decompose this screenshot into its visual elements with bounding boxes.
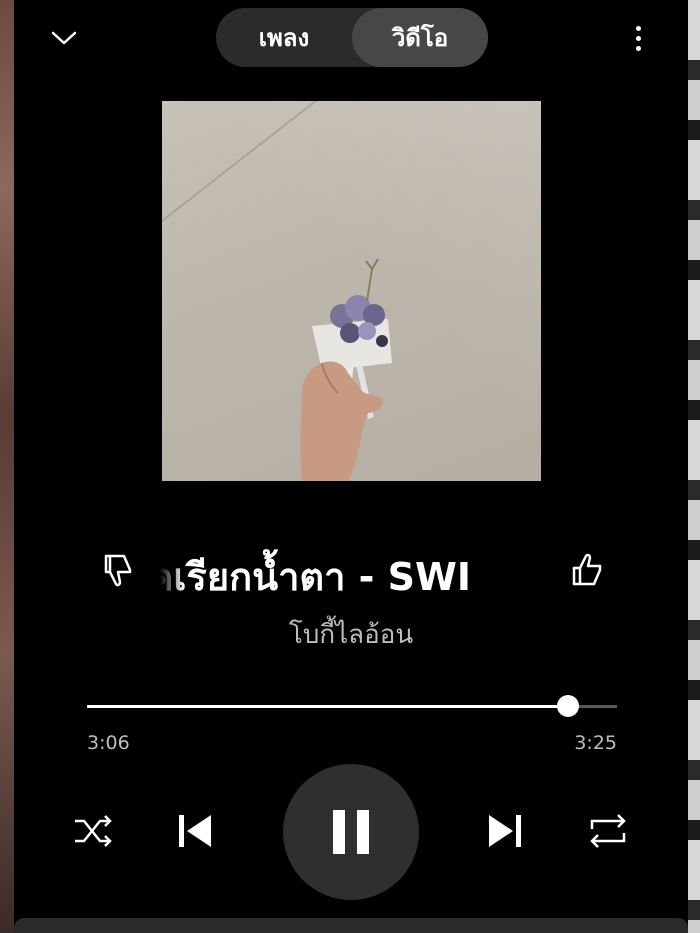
shuffle-icon (75, 815, 112, 847)
more-vertical-icon (635, 25, 641, 31)
song-video-toggle: เพลง วิดีโอ (216, 8, 488, 67)
total-time: 3:25 (574, 732, 617, 754)
shuffle-button[interactable] (72, 810, 114, 852)
progress-handle[interactable] (556, 695, 579, 717)
track-title-marquee: คเรียกน้ำตา - SWI (160, 540, 544, 604)
track-title: คเรียกน้ำตา - SWI (160, 555, 472, 599)
like-button[interactable] (566, 550, 606, 590)
track-artist[interactable]: โบกี้ไลอ้อน (14, 614, 688, 655)
collapse-button[interactable] (44, 18, 84, 58)
top-bar: เพลง วิดีโอ (14, 0, 688, 80)
progress-played (87, 705, 568, 708)
skip-previous-icon (179, 815, 211, 847)
chevron-down-icon (51, 31, 77, 45)
play-pause-button[interactable] (283, 764, 419, 900)
more-options-button[interactable] (620, 18, 656, 58)
skip-next-icon (489, 815, 521, 847)
music-player: เพลง วิดีโอ คเรียกน้ำตา - SWI โบกี้ไลอ้อ… (14, 0, 688, 933)
progress-bar[interactable] (87, 695, 617, 717)
album-art-illustration (300, 258, 392, 481)
album-art (162, 101, 541, 481)
dislike-button[interactable] (98, 550, 138, 590)
current-time: 3:06 (87, 732, 130, 754)
thumbs-down-icon (104, 554, 132, 587)
background-strip-right (688, 0, 700, 933)
repeat-button[interactable] (587, 810, 629, 852)
repeat-icon (590, 814, 626, 848)
background-strip-left (0, 0, 14, 933)
tab-song[interactable]: เพลง (216, 8, 352, 67)
tab-video[interactable]: วิดีโอ (352, 8, 488, 67)
thumbs-up-icon (572, 553, 602, 586)
bottom-sheet-handle[interactable] (14, 918, 688, 933)
next-button[interactable] (484, 810, 526, 852)
pause-icon (333, 810, 369, 854)
previous-button[interactable] (174, 810, 216, 852)
track-info-row: คเรียกน้ำตา - SWI (14, 540, 688, 604)
